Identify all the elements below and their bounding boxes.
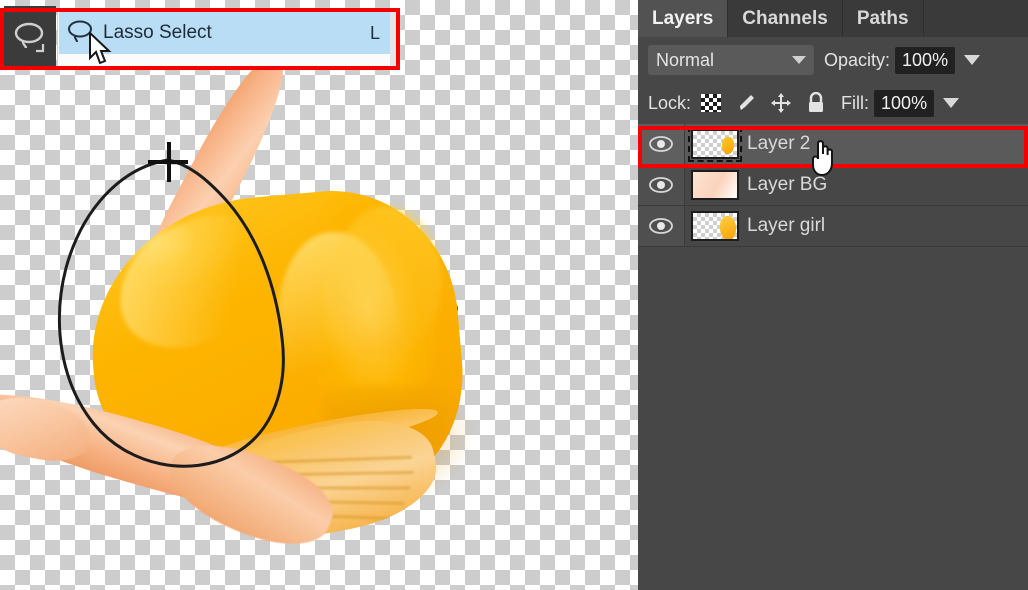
layer-thumbnail-2[interactable] — [691, 170, 739, 200]
tab-layers-label: Layers — [652, 7, 714, 29]
layers-panel: Layers Channels Paths Normal Opacity: 10… — [638, 0, 1028, 590]
lock-icon-group — [700, 92, 827, 114]
fill-chevron-down-icon[interactable] — [943, 98, 960, 108]
blend-mode-value: Normal — [656, 49, 715, 70]
layer-visibility-toggle-2[interactable] — [638, 165, 685, 205]
transparency-checker-icon — [701, 94, 722, 112]
move-arrows-icon — [771, 93, 792, 113]
fill-value[interactable]: 100% — [874, 89, 935, 117]
lock-image-button[interactable] — [735, 92, 757, 114]
flyout-scrollbar[interactable] — [390, 12, 397, 66]
arrow-cursor-icon — [89, 32, 112, 65]
opacity-chevron-down-icon[interactable] — [964, 55, 981, 65]
layer-thumbnail-3[interactable] — [691, 211, 739, 241]
thumbnail-content — [722, 137, 734, 154]
blend-mode-select[interactable]: Normal — [648, 45, 814, 75]
lock-transparency-button[interactable] — [700, 92, 722, 114]
tab-layers[interactable]: Layers — [638, 0, 729, 37]
tab-paths-label: Paths — [856, 7, 909, 29]
layer-list: Layer 2 Layer BG Layer girl — [638, 124, 1028, 247]
panel-tab-bar: Layers Channels Paths — [638, 0, 1028, 37]
layer-row-2[interactable]: Layer BG — [638, 165, 1028, 206]
tab-channels[interactable]: Channels — [728, 0, 843, 37]
eye-icon — [649, 177, 673, 193]
layer-visibility-toggle-1[interactable] — [638, 124, 685, 164]
layer-name-1: Layer 2 — [747, 133, 811, 154]
tab-paths[interactable]: Paths — [843, 0, 924, 37]
toolbar-lasso-button[interactable] — [4, 6, 56, 68]
dress-highlight-c — [332, 206, 442, 356]
layer-row-3[interactable]: Layer girl — [638, 206, 1028, 247]
eye-icon — [649, 218, 673, 234]
brush-icon — [740, 95, 755, 110]
layer-name-3: Layer girl — [747, 215, 826, 236]
layer-name-2: Layer BG — [747, 174, 828, 195]
eye-icon — [649, 136, 673, 152]
lock-label: Lock: — [648, 92, 692, 113]
crosshair-cursor-icon — [148, 142, 188, 182]
tab-bar-filler — [924, 0, 1028, 37]
opacity-value[interactable]: 100% — [895, 46, 956, 74]
lock-icon — [809, 92, 824, 112]
blend-mode-row: Normal Opacity: 100% — [638, 38, 1028, 82]
layer-visibility-toggle-3[interactable] — [638, 206, 685, 246]
menu-item-label: Lasso Select — [103, 22, 212, 43]
layer-row-1[interactable]: Layer 2 — [638, 124, 1028, 165]
lock-all-button[interactable] — [805, 92, 827, 114]
tab-channels-label: Channels — [742, 7, 828, 29]
opacity-label: Opacity: — [824, 49, 891, 70]
image-editor-window: Lasso Select L Layers Channels Paths Nor… — [0, 0, 1028, 590]
lock-row: Lock: Fill: 100% — [638, 84, 1028, 122]
thumbnail-content — [720, 216, 736, 239]
fill-label: Fill: — [841, 92, 870, 113]
layer-thumbnail-1[interactable] — [688, 126, 742, 162]
lock-position-button[interactable] — [770, 92, 792, 114]
chevron-down-icon — [792, 56, 806, 64]
lasso-icon — [14, 22, 45, 53]
canvas-area[interactable] — [0, 0, 638, 590]
